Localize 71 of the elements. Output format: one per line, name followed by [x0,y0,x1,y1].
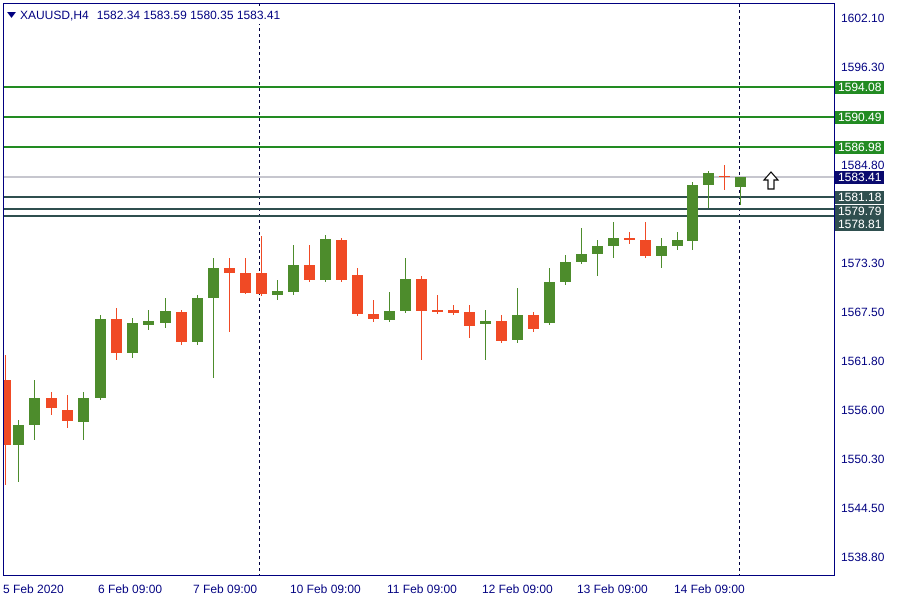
time-tick-label: 5 Feb 2020 [3,581,64,598]
candlestick [384,292,395,322]
time-tick-label: 6 Feb 09:00 [98,581,162,598]
candlestick [496,314,507,344]
candlestick [127,318,138,358]
candlestick [672,232,683,250]
candlestick [78,392,89,440]
price-level-label: 1581.18 [835,191,884,204]
price-level-label: 1586.98 [835,141,884,154]
price-level-label: 1579.79 [835,205,884,218]
candlestick [368,300,379,322]
price-tick-label: 1550.30 [841,452,884,466]
candlestick [560,254,571,286]
candlestick [608,222,619,258]
candlestick [576,228,587,264]
candlestick [143,310,154,330]
candlestick [304,244,315,282]
candlestick [480,310,491,360]
candlestick [432,294,443,314]
candlestick [448,304,459,316]
price-tick-label: 1602.10 [841,11,884,25]
candlestick [240,258,251,294]
chart-symbol: XAUUSD,H4 [20,7,89,24]
candlestick [46,392,57,416]
candlestick [703,170,714,208]
time-tick-label: 11 Feb 09:00 [387,581,457,598]
candlestick [464,304,475,338]
candlestick [624,232,635,244]
candlestick [352,268,363,316]
price-tick-label: 1567.50 [841,305,884,319]
candlestick [288,244,299,296]
price-level-label: 1590.49 [835,111,884,124]
time-tick-label: 7 Feb 09:00 [193,581,258,598]
time-tick-label: 14 Feb 09:00 [674,581,745,598]
candlestick [192,294,203,346]
candlestick [160,298,171,328]
candlestick [512,288,523,344]
candlestick [336,238,347,282]
dropdown-triangle-icon[interactable] [7,12,16,18]
candlestick [111,308,122,360]
price-tick-label: 1596.30 [841,60,884,74]
candlestick [592,240,603,276]
time-tick-label: 12 Feb 09:00 [482,581,553,598]
candlestick [13,420,24,482]
candlestick [528,312,539,332]
time-tick-label: 10 Feb 09:00 [290,581,361,598]
candlestick [62,394,73,428]
candlestick [320,234,331,282]
price-tick-label: 1544.50 [841,501,884,515]
candlestick [29,380,40,440]
candlestick [256,236,267,296]
candlestick [719,164,730,190]
ohlc-values: 1582.34 1583.59 1580.35 1583.41 [96,7,280,24]
price-tick-label: 1584.80 [841,158,884,172]
candlestick [272,280,283,300]
candlestick [400,258,411,314]
candlestick [687,182,698,250]
price-tick-label: 1538.80 [841,550,884,564]
time-tick-label: 13 Feb 09:00 [577,581,648,598]
up-arrow-icon [762,171,780,190]
price-level-label: 1583.41 [835,171,884,184]
price-tick-label: 1556.00 [841,403,884,417]
price-level-label: 1594.08 [835,81,884,94]
candlestick [544,268,555,326]
candlestick [656,238,667,268]
candlestick [176,310,187,346]
price-tick-label: 1561.80 [841,354,884,368]
candlestick [735,176,746,206]
price-tick-label: 1573.30 [841,256,884,270]
price-level-label: 1578.81 [835,218,884,231]
candlestick [640,222,651,258]
